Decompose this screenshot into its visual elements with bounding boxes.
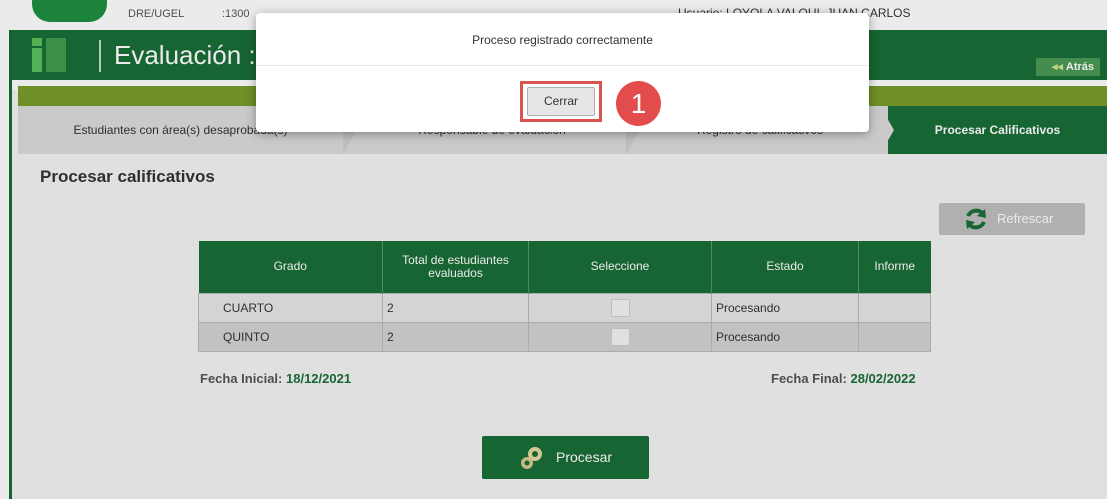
confirmation-modal: Proceso registrado correctamente Cerrar [256, 13, 869, 132]
modal-message: Proceso registrado correctamente [472, 33, 653, 47]
modal-divider [256, 65, 869, 66]
cerrar-button[interactable]: Cerrar [527, 87, 595, 116]
step-number-badge: 1 [616, 81, 661, 126]
